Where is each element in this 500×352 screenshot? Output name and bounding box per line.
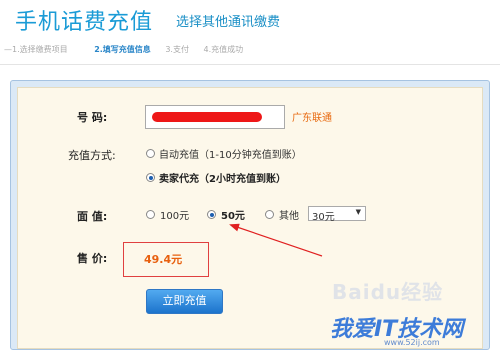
value-other-option[interactable]: 其他 bbox=[279, 207, 299, 222]
face-value-label: 面 值: bbox=[77, 210, 108, 223]
divider bbox=[0, 64, 500, 65]
other-amount-select[interactable]: 30元 ▼ bbox=[308, 206, 366, 223]
price-highlight-box: 49.4元 bbox=[123, 242, 209, 277]
value-50-option[interactable]: 50元 bbox=[221, 207, 245, 222]
step-indicator: —1.选择缴费项目 2.填写充值信息 3.支付 4.充值成功 bbox=[4, 44, 255, 60]
step-1: —1.选择缴费项目 bbox=[4, 45, 68, 54]
value-other-radio[interactable] bbox=[265, 210, 274, 219]
value-100-option[interactable]: 100元 bbox=[160, 207, 189, 222]
method-label: 充值方式: bbox=[68, 149, 116, 162]
step-3: 3.支付 bbox=[165, 45, 189, 54]
phone-number-input[interactable] bbox=[145, 105, 285, 129]
value-50-radio[interactable] bbox=[207, 210, 216, 219]
other-amount-value: 30元 bbox=[312, 212, 335, 223]
value-100-radio[interactable] bbox=[146, 210, 155, 219]
seller-recharge-radio[interactable] bbox=[146, 173, 155, 182]
price-value: 49.4元 bbox=[144, 253, 183, 266]
step-2-current: 2.填写充值信息 bbox=[94, 45, 151, 54]
header: 手机话费充值 选择其他通讯缴费 bbox=[0, 0, 500, 42]
number-label: 号 码: bbox=[77, 111, 108, 124]
submit-recharge-button[interactable]: 立即充值 bbox=[146, 289, 223, 314]
chevron-down-icon: ▼ bbox=[355, 208, 361, 216]
redacted-number bbox=[152, 112, 262, 122]
step-4: 4.充值成功 bbox=[203, 45, 244, 54]
auto-recharge-radio[interactable] bbox=[146, 149, 155, 158]
auto-recharge-option[interactable]: 自动充值（1-10分钟充值到账） bbox=[159, 146, 302, 161]
carrier-label: 广东联通 bbox=[292, 113, 332, 124]
other-payment-link[interactable]: 选择其他通讯缴费 bbox=[176, 11, 280, 30]
seller-recharge-option[interactable]: 卖家代充（2小时充值到账） bbox=[159, 170, 286, 185]
price-label: 售 价: bbox=[77, 252, 108, 265]
page-title: 手机话费充值 bbox=[15, 10, 154, 35]
